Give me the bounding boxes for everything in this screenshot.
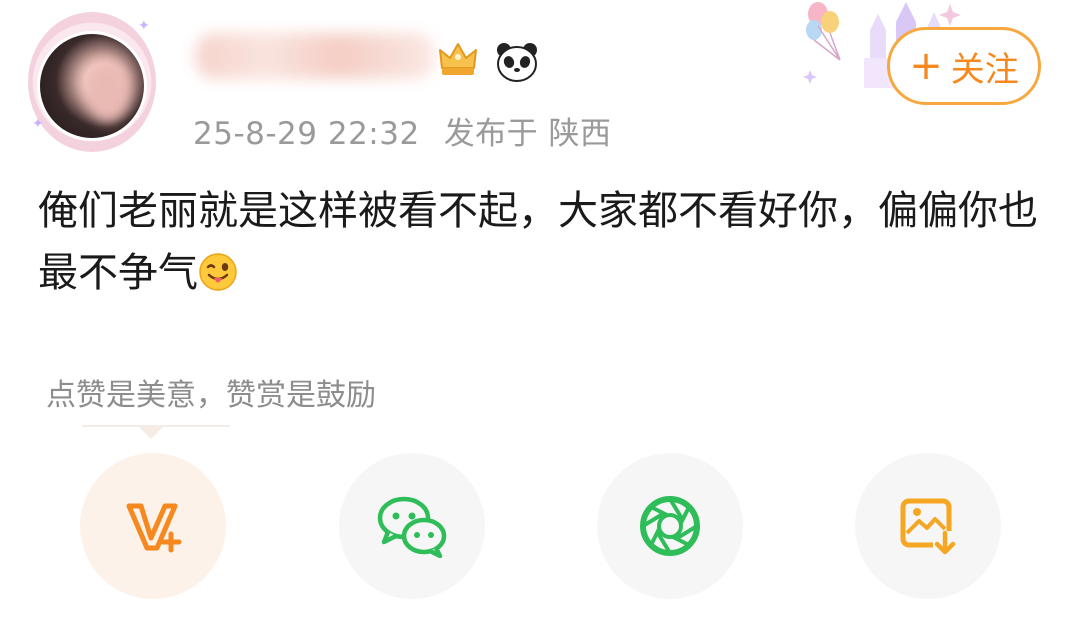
vip-plus-icon — [126, 503, 182, 553]
sparkle-icon: ✦ — [32, 116, 44, 132]
follow-button[interactable]: + 关注 — [887, 27, 1041, 105]
save-image-icon — [900, 498, 957, 555]
post-text: 俺们老丽就是这样被看不起，大家都不看好你，偏偏你也最不争气 — [38, 188, 1038, 296]
post-content: 俺们老丽就是这样被看不起，大家都不看好你，偏偏你也最不争气 — [38, 180, 1038, 304]
wechat-icon — [377, 496, 447, 558]
tip-caret — [138, 426, 164, 439]
sparkle-icon: ✦ — [138, 18, 150, 34]
post-timestamp: 25-8-29 22:32 — [193, 116, 420, 152]
reward-hint: 点赞是美意，赞赏是鼓励 — [46, 378, 376, 413]
moments-share-button[interactable] — [597, 453, 743, 599]
plus-icon: + — [909, 43, 943, 89]
save-image-button[interactable] — [855, 453, 1001, 599]
avatar-blur — [86, 62, 130, 122]
tongue-wink-emoji-icon — [199, 253, 237, 291]
user-avatar[interactable]: ✦ ✦ — [28, 12, 156, 152]
moments-icon — [640, 496, 700, 556]
wechat-share-button[interactable] — [339, 453, 485, 599]
follow-label: 关注 — [950, 49, 1019, 90]
crown-badge-icon[interactable] — [434, 38, 482, 82]
panda-badge-icon[interactable] — [493, 40, 541, 84]
post-meta: 25-8-29 22:32 发布于 陕西 — [193, 108, 636, 153]
post-location: 发布于 陕西 — [443, 116, 612, 152]
vip-share-button[interactable] — [80, 453, 226, 599]
username-blurred[interactable] — [195, 33, 435, 79]
